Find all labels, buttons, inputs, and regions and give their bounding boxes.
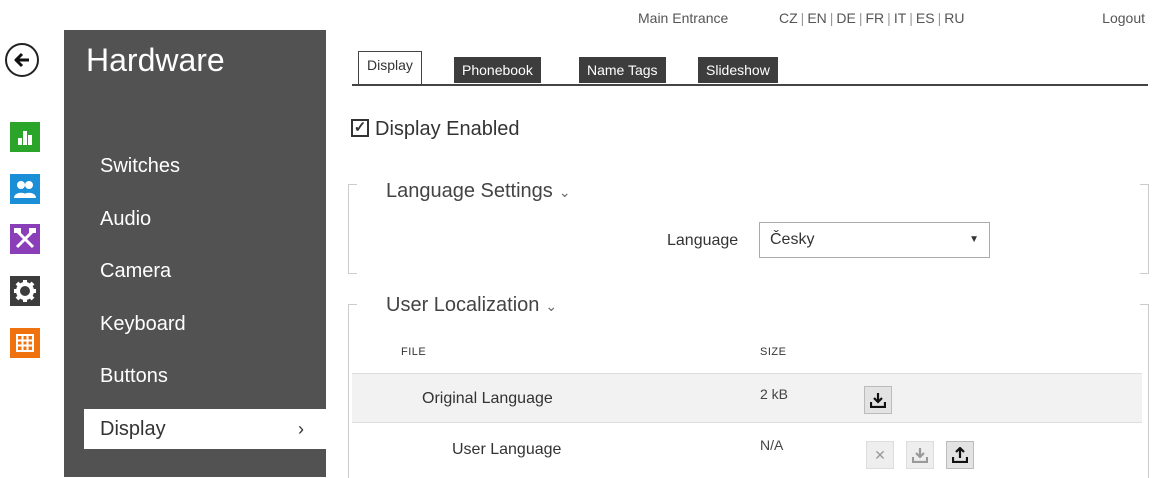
sidebar-title: Hardware (86, 42, 225, 78)
hardware-menu-button[interactable] (10, 224, 40, 254)
logout-link[interactable]: Logout (1102, 10, 1145, 26)
sidebar-item-audio[interactable]: Audio (84, 199, 326, 239)
section-title: Language Settings (386, 180, 553, 202)
file-name: User Language (452, 441, 562, 458)
services-menu-button[interactable] (10, 328, 40, 358)
column-header-size: SIZE (760, 346, 787, 358)
tab-name-tags[interactable]: Name Tags (579, 57, 666, 83)
section-title: User Localization (386, 294, 540, 316)
chevron-down-icon: ⌄ (558, 184, 571, 200)
section-frame-left (348, 184, 357, 274)
sidebar-item-display[interactable]: Display › (84, 409, 326, 449)
back-button[interactable] (5, 43, 39, 77)
lang-link-fr[interactable]: FR (866, 10, 885, 26)
lang-link-es[interactable]: ES (916, 10, 935, 26)
file-size: N/A (760, 437, 784, 453)
delete-button[interactable]: ✕ (866, 441, 894, 469)
file-size: 2 kB (760, 386, 789, 402)
download-icon (912, 448, 928, 463)
services-grid-icon (16, 334, 34, 352)
directory-menu-button[interactable] (10, 174, 40, 204)
chevron-down-icon: ⌄ (545, 298, 558, 314)
close-icon: ✕ (874, 446, 886, 463)
sidebar-item-buttons[interactable]: Buttons (84, 356, 326, 396)
sidebar-item-keyboard[interactable]: Keyboard (84, 304, 326, 344)
lang-link-de[interactable]: DE (836, 10, 855, 26)
download-button[interactable] (906, 441, 934, 469)
top-bar: Main Entrance CZ | EN | DE | FR | IT | ES | RU Logou… (0, 10, 1152, 30)
table-row: Original Language 2 kB (352, 373, 1142, 423)
tab-bar: Display Phonebook Name Tags Slideshow (352, 51, 1148, 86)
user-localization-header[interactable]: User Localization ⌄ (386, 294, 557, 317)
lang-link-cz[interactable]: CZ (779, 10, 798, 26)
download-button[interactable] (864, 386, 892, 414)
checkmark-icon: ✓ (353, 118, 367, 136)
tab-phonebook[interactable]: Phonebook (454, 57, 541, 83)
lang-link-en[interactable]: EN (807, 10, 826, 26)
system-menu-button[interactable] (10, 276, 40, 306)
device-name: Main Entrance (638, 10, 729, 26)
table-row: User Language N/A ✕ (352, 425, 1142, 473)
column-header-file: FILE (401, 346, 427, 358)
lang-link-ru[interactable]: RU (944, 10, 964, 26)
file-name: Original Language (422, 390, 553, 407)
status-menu-button[interactable] (10, 122, 40, 152)
sidebar-item-camera[interactable]: Camera (84, 251, 326, 291)
download-icon (870, 393, 886, 408)
chevron-right-icon: › (298, 419, 304, 439)
status-chart-icon (18, 131, 32, 145)
language-label: Language (667, 232, 739, 249)
sidebar-item-switches[interactable]: Switches (84, 146, 326, 186)
display-enabled-row: ✓ Display Enabled (351, 118, 520, 141)
dropdown-arrow-icon: ▼ (969, 234, 979, 245)
display-enabled-label: Display Enabled (375, 118, 520, 140)
system-gear-icon (14, 280, 36, 302)
tab-display[interactable]: Display (358, 51, 422, 84)
language-switcher: CZ | EN | DE | FR | IT | ES | RU (779, 10, 965, 26)
back-arrow-icon (14, 52, 29, 68)
sidebar: Hardware Switches Audio Camera Keyboard … (64, 30, 326, 477)
upload-button[interactable] (946, 441, 974, 469)
sidebar-item-label: Display (100, 418, 166, 440)
language-select[interactable]: Česky ▼ (759, 222, 990, 258)
hardware-tools-icon (14, 228, 36, 249)
language-select-value: Česky (770, 231, 815, 248)
lang-link-it[interactable]: IT (894, 10, 906, 26)
upload-icon (952, 447, 968, 463)
directory-users-icon (14, 181, 36, 198)
language-settings-header[interactable]: Language Settings ⌄ (386, 180, 571, 203)
display-enabled-checkbox[interactable]: ✓ (351, 118, 369, 137)
section-frame-right (1140, 184, 1149, 274)
tab-slideshow[interactable]: Slideshow (698, 57, 778, 83)
